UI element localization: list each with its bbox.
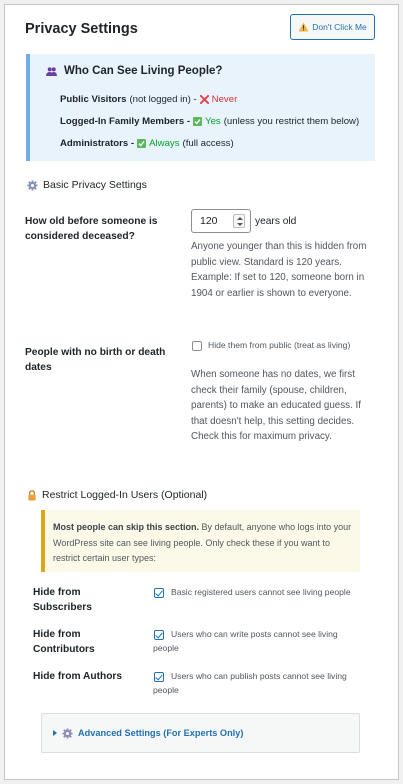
info-row-admins: Administrators - Always (full access) [60,138,234,149]
hide-contributors-checkbox-label: Users who can write posts cannot see liv… [153,629,338,653]
hide-subscribers-label: Hide from Subscribers [33,587,92,613]
no-dates-description: When someone has no dates, we first chec… [191,369,361,442]
people-icon [46,66,57,76]
visibility-info-box: Who Can See Living People? Public Visito… [26,54,375,161]
info-row-role: Public Visitors [60,94,127,105]
deceased-age-input[interactable]: 120 [191,209,251,233]
x-icon [199,95,209,104]
warning-icon [298,22,309,32]
info-row-note: (not logged in) - [129,94,197,105]
no-dates-checkbox-label: Hide them from public (treat as living) [208,340,351,350]
spinner-arrows-icon[interactable] [233,214,245,228]
info-row-family: Logged-In Family Members - Yes (unless y… [60,116,359,127]
settings-panel: Privacy Settings Don't Click Me Who Can … [4,4,399,780]
info-row-role: Administrators - [60,138,135,149]
skip-notice: Most people can skip this section. By de… [41,510,360,572]
gear-icon [27,179,38,191]
restrict-heading: Restrict Logged-In Users (Optional) [27,489,207,501]
page-title: Privacy Settings [25,21,138,37]
years-old-suffix: years old [255,216,297,227]
advanced-settings-toggle[interactable]: Advanced Settings (For Experts Only) [41,713,360,753]
skip-notice-text: Most people can skip this section. By de… [53,520,358,567]
restrict-heading-text: Restrict Logged-In Users (Optional) [42,489,208,501]
notice-bold: Most people can skip this section. [53,522,200,532]
hide-contributors-label: Hide from Contributors [33,629,95,655]
no-dates-label: People with no birth or death dates [25,347,166,373]
info-heading: Who Can See Living People? [46,65,222,77]
info-row-status: Yes [205,116,221,127]
basic-heading-text: Basic Privacy Settings [43,179,147,191]
hide-authors-checkbox-label: Users who can publish posts cannot see l… [153,671,347,695]
check-icon [193,117,203,126]
hide-authors-label: Hide from Authors [33,671,123,682]
dont-click-button[interactable]: Don't Click Me [290,14,375,40]
basic-settings-heading: Basic Privacy Settings [27,179,147,191]
deceased-age-value: 120 [200,215,218,227]
gear-icon [62,727,73,739]
advanced-settings-label: Advanced Settings (For Experts Only) [78,728,244,738]
check-icon [137,139,147,148]
info-row-extra: (full access) [182,138,234,149]
deceased-age-label: How old before someone is considered dec… [25,216,158,242]
deceased-age-description: Anyone younger than this is hidden from … [191,241,367,299]
info-row-role: Logged-In Family Members - [60,116,191,127]
hide-subscribers-checkbox-label: Basic registered users cannot see living… [171,587,351,597]
dont-click-label: Don't Click Me [312,22,367,32]
lock-icon [28,489,36,501]
info-heading-text: Who Can See Living People? [64,65,223,77]
info-row-public: Public Visitors (not logged in) - Never [60,94,237,105]
info-row-status: Always [149,138,180,149]
info-row-status: Never [211,94,238,105]
info-row-extra: (unless you restrict them below) [223,116,360,127]
expand-triangle-icon [53,730,57,736]
